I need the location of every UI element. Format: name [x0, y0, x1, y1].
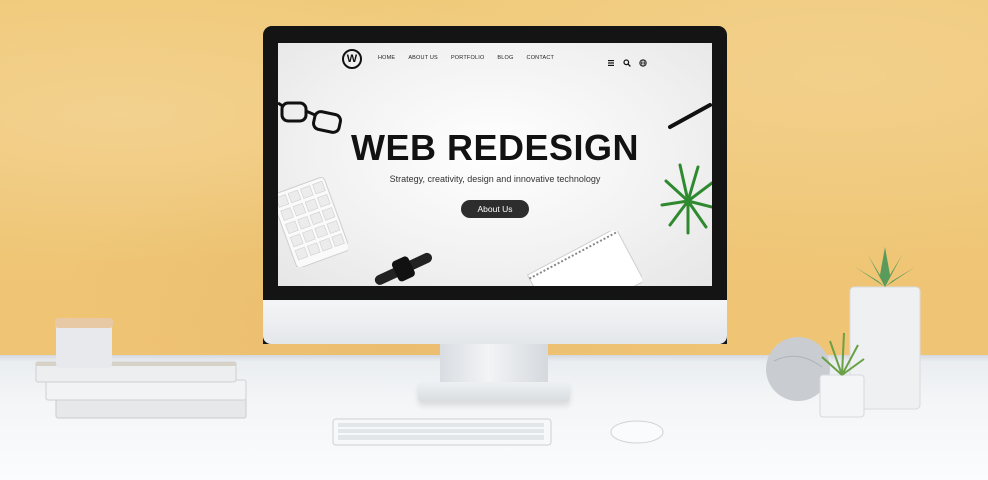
succulent [855, 247, 915, 287]
site-logo[interactable]: W [342, 49, 362, 69]
logo-letter: W [346, 53, 358, 65]
search-icon[interactable] [623, 54, 631, 67]
nav-home[interactable]: HOME [378, 55, 395, 61]
about-us-button[interactable]: About Us [461, 200, 529, 218]
menu-icon[interactable] [607, 54, 615, 66]
nav-icons [607, 54, 647, 67]
plant-image [660, 163, 712, 235]
book [55, 397, 247, 419]
watch-image [374, 252, 432, 285]
desk-mouse [610, 420, 664, 444]
nav-contact[interactable]: CONTACT [527, 55, 555, 61]
site-navbar: W HOME ABOUT US PORTFOLIO BLOG CONTACT [278, 43, 712, 75]
desk-keyboard [332, 418, 552, 446]
keyboard-image [278, 177, 348, 267]
nav-portfolio[interactable]: PORTFOLIO [451, 55, 484, 61]
book [45, 379, 247, 401]
books-stack [35, 318, 247, 419]
globe-icon[interactable] [639, 54, 647, 67]
plants-decor [766, 247, 921, 418]
candle-lid [55, 318, 113, 328]
website-screen: W HOME ABOUT US PORTFOLIO BLOG CONTACT W… [278, 43, 712, 286]
monitor-neck [440, 344, 548, 384]
nav-links: HOME ABOUT US PORTFOLIO BLOG CONTACT [378, 55, 554, 61]
notebook-image [526, 231, 642, 286]
monitor-stand [418, 382, 570, 402]
hero-title: WEB REDESIGN [350, 127, 640, 168]
small-planter [819, 374, 865, 418]
monitor-chin [263, 300, 727, 344]
nav-blog[interactable]: BLOG [497, 55, 513, 61]
nav-about-us[interactable]: ABOUT US [408, 55, 438, 61]
hero-subtitle: Strategy, creativity, design and innovat… [389, 174, 601, 184]
